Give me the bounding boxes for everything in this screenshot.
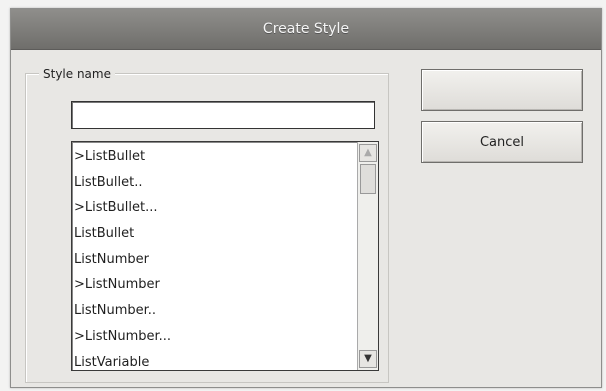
arrow-up-icon[interactable]: ▲ bbox=[359, 144, 377, 162]
arrow-down-icon[interactable]: ▼ bbox=[359, 350, 377, 368]
list-item[interactable]: >ListNumber... bbox=[74, 324, 354, 350]
list-item[interactable]: ListBullet.. bbox=[74, 170, 354, 196]
ok-button[interactable] bbox=[421, 69, 583, 111]
create-style-dialog: Create Style Style name >ListBullet List… bbox=[10, 8, 602, 388]
title-bar[interactable]: Create Style bbox=[11, 9, 601, 50]
style-list: >ListBullet ListBullet.. >ListBullet... … bbox=[74, 144, 354, 370]
list-item[interactable]: >ListNumber bbox=[74, 272, 354, 298]
style-name-input[interactable] bbox=[71, 101, 375, 129]
list-item[interactable]: ListVariable bbox=[74, 350, 354, 371]
dialog-content: Style name >ListBullet ListBullet.. >Lis… bbox=[19, 57, 591, 383]
scrollbar-thumb[interactable] bbox=[360, 164, 376, 194]
list-item[interactable]: ListNumber bbox=[74, 247, 354, 273]
dialog-title: Create Style bbox=[262, 21, 350, 37]
style-name-label: Style name bbox=[39, 67, 115, 81]
list-item[interactable]: >ListBullet bbox=[74, 144, 354, 170]
cancel-button[interactable]: Cancel bbox=[421, 121, 583, 163]
list-item[interactable]: >ListBullet... bbox=[74, 195, 354, 221]
list-item[interactable]: ListNumber.. bbox=[74, 298, 354, 324]
list-item[interactable]: ListBullet bbox=[74, 221, 354, 247]
style-listbox[interactable]: >ListBullet ListBullet.. >ListBullet... … bbox=[71, 141, 379, 371]
vertical-scrollbar[interactable]: ▲ ▼ bbox=[357, 142, 378, 370]
